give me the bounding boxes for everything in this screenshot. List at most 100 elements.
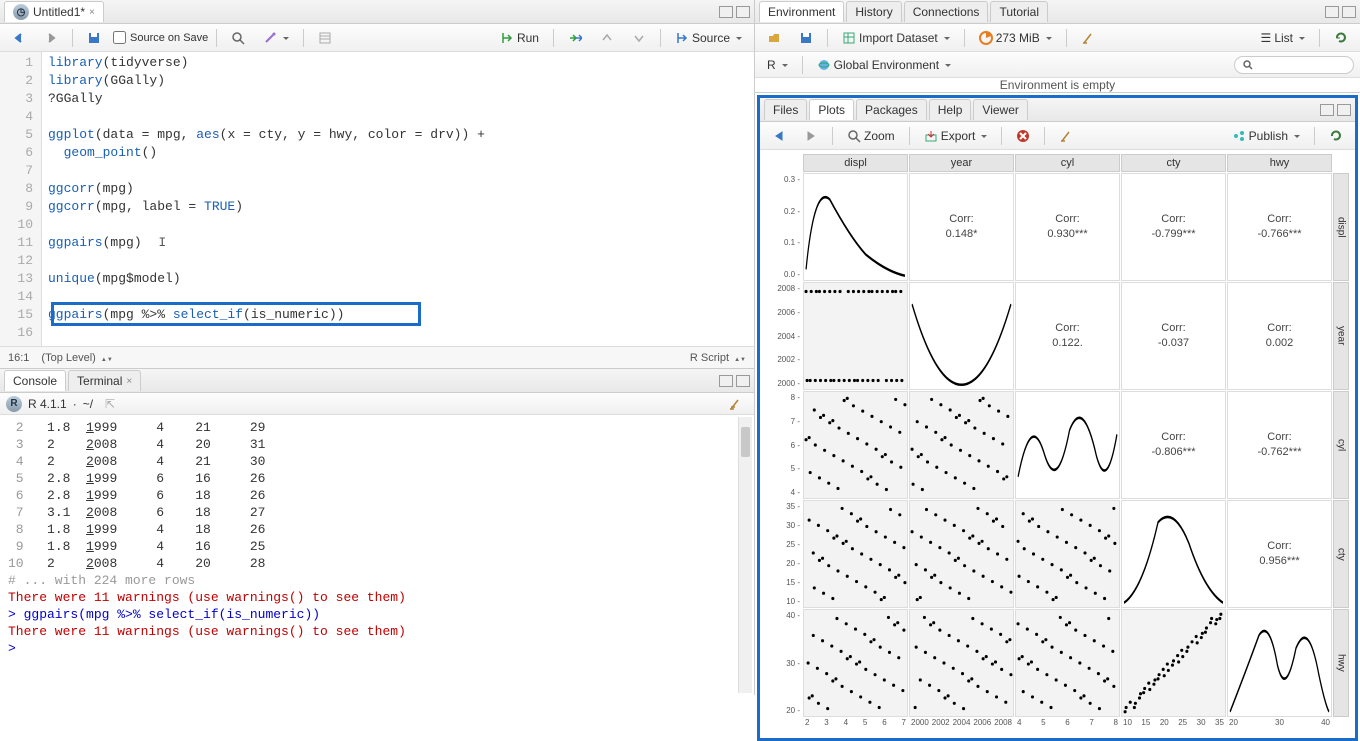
wd-popout-button[interactable]: ⇱ [99, 395, 121, 413]
import-dataset-label: Import Dataset [859, 31, 938, 45]
memory-label: 273 MiB [996, 31, 1040, 45]
env-tab-history[interactable]: History [846, 1, 901, 22]
files-tab[interactable]: Files [764, 99, 807, 120]
corr-year_hwy: Corr:0.002 [1227, 282, 1332, 390]
list-label: List [1274, 31, 1293, 45]
row-header-year: year [1333, 282, 1349, 390]
source-label: Source [692, 31, 730, 45]
maximize-plots-button[interactable] [1337, 104, 1351, 116]
corr-cyl_cty: Corr:-0.806*** [1121, 391, 1226, 499]
memory-indicator[interactable]: 273 MiB [973, 29, 1058, 47]
r-logo-icon: R [6, 396, 22, 412]
y-ticks-cty: 35 -30 -25 -20 -15 -10 - [766, 500, 802, 608]
close-terminal-icon[interactable]: × [126, 376, 132, 387]
scatter-hwy-displ [803, 609, 908, 717]
source-tab[interactable]: ◷ Untitled1* × [4, 1, 104, 22]
clear-plots-button[interactable] [1053, 127, 1079, 145]
env-search-input[interactable] [1234, 56, 1354, 74]
run-label: Run [517, 31, 539, 45]
code-editor[interactable]: 12345678910111213141516 library(tidyvers… [0, 52, 754, 346]
y-ticks-cyl: 8 -7 -6 -5 -4 - [766, 391, 802, 499]
save-workspace-button[interactable] [793, 29, 819, 47]
console-output[interactable]: 2 1.8 1999 4 21 29 3 2 2008 4 20 31 4 2 … [0, 415, 754, 695]
refresh-plots-button[interactable] [1323, 127, 1349, 145]
env-tab-connections[interactable]: Connections [904, 1, 989, 22]
y-ticks-displ: 0.3 -0.2 -0.1 -0.0 - [766, 173, 802, 281]
global-env-button[interactable]: Global Environment [811, 56, 957, 74]
find-button[interactable] [225, 29, 251, 47]
console-pane: Console Terminal× R R 4.1.1 · ~/ ⇱ 2 1.8… [0, 369, 754, 695]
r-version: R 4.1.1 [28, 397, 67, 411]
r-scope-button[interactable]: R [761, 56, 794, 74]
publish-label: Publish [1249, 129, 1288, 143]
line-gutter: 12345678910111213141516 [0, 52, 42, 346]
scope-indicator[interactable]: (Top Level) ▲▼ [41, 352, 112, 364]
source-statusbar: 16:1 (Top Level) ▲▼ R Script ▲▼ [0, 346, 754, 368]
scatter-cyl-displ [803, 391, 908, 499]
close-tab-icon[interactable]: × [89, 7, 95, 18]
minimize-plots-button[interactable] [1320, 104, 1334, 116]
export-label: Export [941, 129, 976, 143]
language-indicator[interactable]: R Script ▲▼ [690, 352, 746, 364]
terminal-tab[interactable]: Terminal × [68, 370, 141, 391]
env-tab-environment[interactable]: Environment [759, 1, 844, 22]
up-section-button[interactable] [594, 29, 620, 47]
code-content[interactable]: library(tidyverse)library(GGally)?GGally… [42, 52, 754, 346]
density-cty [1121, 500, 1226, 608]
packages-tab[interactable]: Packages [856, 99, 927, 120]
row-header-hwy: hwy [1333, 609, 1349, 717]
prev-plot-button[interactable] [766, 127, 792, 145]
notebook-button[interactable] [312, 29, 338, 47]
terminal-tab-label: Terminal [77, 374, 122, 388]
row-header-displ: displ [1333, 173, 1349, 281]
source-on-save-checkbox[interactable]: Source on Save [113, 31, 208, 44]
source-on-save-label: Source on Save [130, 32, 208, 44]
viewer-tab[interactable]: Viewer [973, 99, 1027, 120]
corr-cty_hwy: Corr:0.956*** [1227, 500, 1332, 608]
y-ticks-year: 2008 -2006 -2004 -2002 -2000 - [766, 282, 802, 390]
export-button[interactable]: Export [918, 127, 994, 145]
env-tab-tutorial[interactable]: Tutorial [990, 1, 1048, 22]
down-section-button[interactable] [626, 29, 652, 47]
source-pane: ◷ Untitled1* × Source on Save [0, 0, 754, 369]
maximize-env-button[interactable] [1342, 6, 1356, 18]
back-button[interactable] [6, 29, 32, 47]
y-ticks-hwy: 40 -30 -20 - [766, 609, 802, 717]
clear-console-button[interactable] [722, 395, 748, 413]
r-file-icon: ◷ [13, 4, 29, 20]
publish-button[interactable]: Publish [1226, 127, 1306, 145]
density-hwy [1227, 609, 1332, 717]
zoom-label: Zoom [864, 129, 895, 143]
maximize-console-button[interactable] [736, 375, 750, 387]
plots-tab[interactable]: Plots [809, 99, 854, 120]
zoom-button[interactable]: Zoom [841, 127, 901, 145]
maximize-pane-button[interactable] [736, 6, 750, 18]
scatter-cyl-year [909, 391, 1014, 499]
wand-button[interactable] [257, 29, 295, 47]
density-cyl [1015, 391, 1120, 499]
console-tab[interactable]: Console [4, 370, 66, 391]
minimize-pane-button[interactable] [719, 6, 733, 18]
save-button[interactable] [81, 29, 107, 47]
corr-cyl_hwy: Corr:-0.762*** [1227, 391, 1332, 499]
next-plot-button[interactable] [798, 127, 824, 145]
run-button[interactable]: Run [494, 29, 545, 47]
plots-tabbar: Files Plots Packages Help Viewer [760, 98, 1355, 122]
list-view-button[interactable]: ☰ List [1255, 29, 1311, 47]
env-tabbar: Environment History Connections Tutorial [755, 0, 1360, 24]
console-scrollbar[interactable] [738, 417, 752, 693]
rerun-button[interactable] [562, 29, 588, 47]
minimize-env-button[interactable] [1325, 6, 1339, 18]
import-dataset-button[interactable]: Import Dataset [836, 29, 956, 47]
load-workspace-button[interactable] [761, 29, 787, 47]
refresh-env-button[interactable] [1328, 29, 1354, 47]
corr-year_cyl: Corr:0.122. [1015, 282, 1120, 390]
source-button[interactable]: Source [669, 29, 748, 47]
minimize-console-button[interactable] [719, 375, 733, 387]
x-ticks-hwy: 203040 [1227, 718, 1332, 736]
forward-button[interactable] [38, 29, 64, 47]
help-tab[interactable]: Help [929, 99, 972, 120]
clear-env-button[interactable] [1075, 29, 1101, 47]
remove-plot-button[interactable] [1010, 127, 1036, 145]
working-dir: ~/ [83, 397, 93, 411]
